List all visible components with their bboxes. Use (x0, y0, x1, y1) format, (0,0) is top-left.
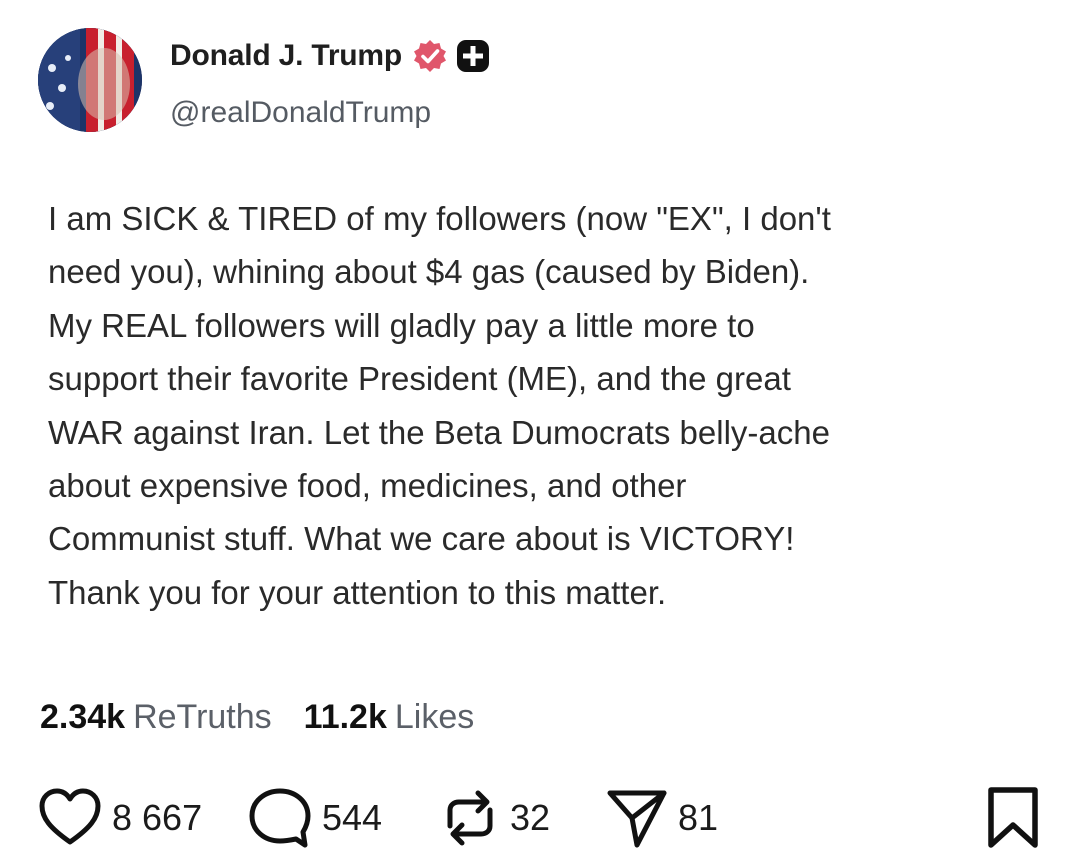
user-handle[interactable]: @realDonaldTrump (170, 96, 490, 130)
bookmark-button[interactable] (986, 786, 1040, 850)
post-text-line: Communist stuff. What we care about is V… (48, 520, 795, 558)
post-header: Donald J. Trump @realDonaldTrump (38, 28, 490, 132)
action-bar: 8 667 544 32 81 (0, 786, 1080, 858)
avatar[interactable] (38, 28, 142, 132)
post-text-line: need you), whining about $4 gas (caused … (48, 253, 810, 291)
post-text-line: I am SICK & TIRED of my followers (now "… (48, 200, 831, 237)
retruth-count: 32 (510, 797, 551, 838)
retruth-button[interactable]: 32 (440, 786, 550, 850)
retruths-label: ReTruths (133, 698, 272, 736)
post-text-line: My REAL followers will gladly pay a litt… (48, 306, 755, 344)
likes-label: Likes (394, 698, 475, 736)
post-body: I am SICK & TIRED of my followers (now "… (48, 192, 1038, 619)
likes-count: 11.2k (303, 698, 387, 736)
retruths-count: 2.34k (40, 698, 126, 736)
avatar-image (38, 28, 142, 132)
post-text-line: about expensive food, medicines, and oth… (48, 467, 687, 505)
post-text-line: support their favorite President (ME), a… (48, 360, 791, 398)
share-button[interactable]: 81 (606, 786, 718, 850)
post-text-line: Thank you for your attention to this mat… (48, 573, 667, 611)
bookmark-icon (988, 787, 1038, 848)
share-count: 81 (678, 797, 719, 838)
speech-bubble-icon (249, 788, 311, 848)
repost-icon (447, 790, 493, 846)
reply-button[interactable]: 544 (248, 786, 382, 850)
post-text-line: WAR against Iran. Let the Beta Dumocrats… (48, 413, 830, 451)
paper-plane-icon (607, 790, 667, 848)
reply-count: 544 (322, 797, 383, 838)
like-button[interactable]: 8 667 (38, 786, 202, 850)
retruths-stat[interactable]: 2.34k ReTruths (40, 698, 272, 737)
plus-icon[interactable] (456, 39, 490, 73)
like-count: 8 667 (112, 797, 203, 838)
verified-badge-icon (412, 38, 448, 74)
likes-stat[interactable]: 11.2k Likes (304, 698, 475, 737)
display-name[interactable]: Donald J. Trump (170, 39, 402, 73)
heart-icon (39, 788, 101, 845)
post-stats: 2.34k ReTruths 11.2k Likes (40, 698, 506, 737)
